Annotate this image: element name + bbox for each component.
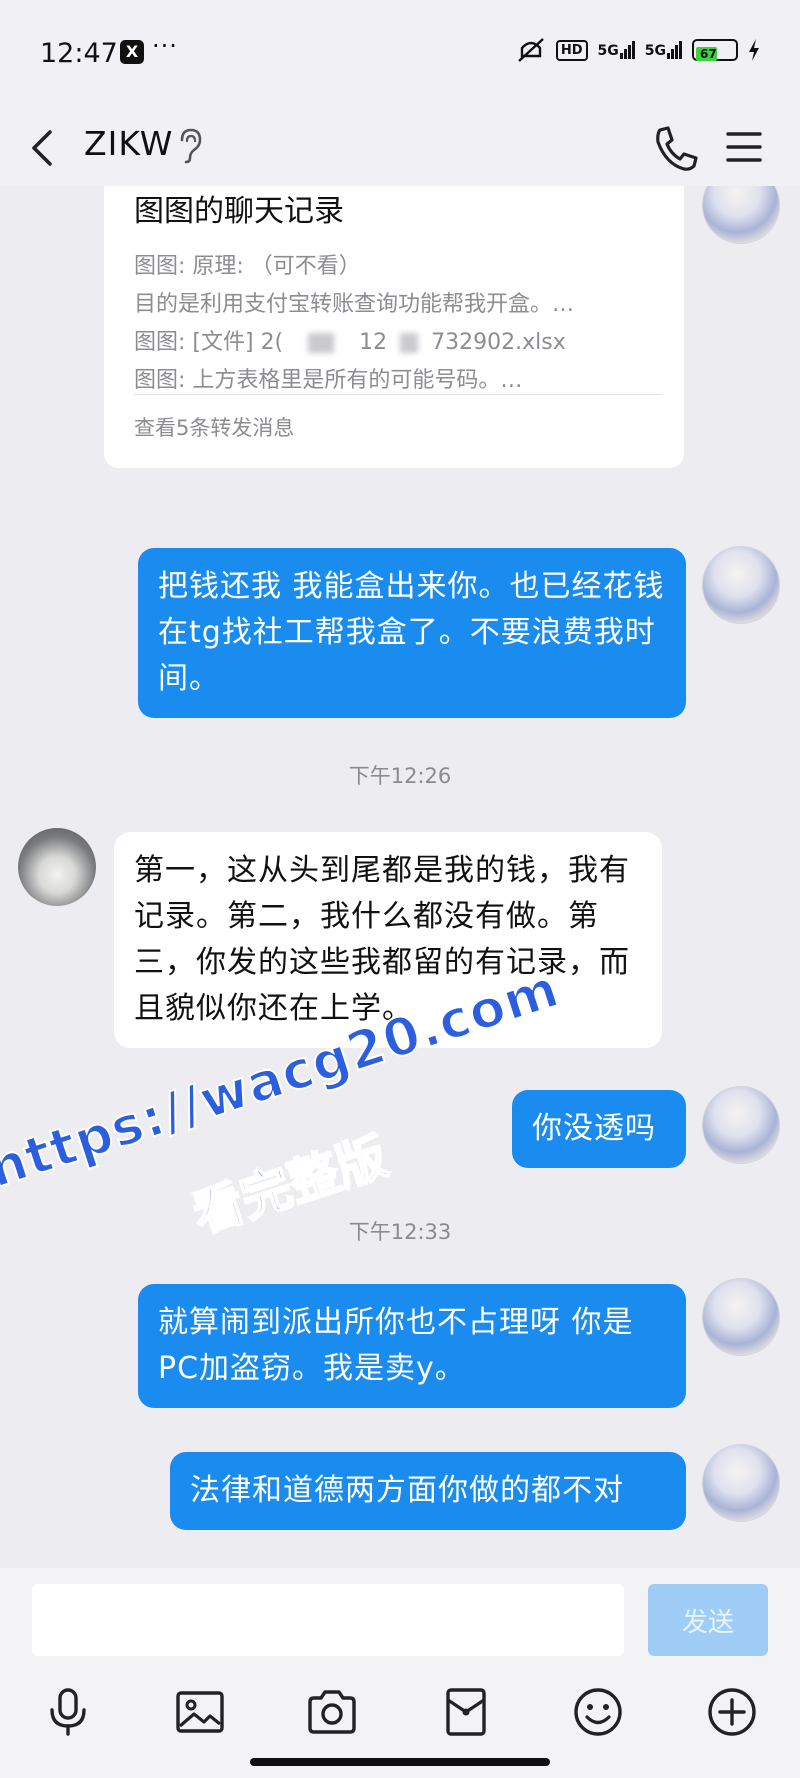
charging-icon	[749, 39, 759, 61]
contact-avatar[interactable]	[18, 828, 96, 906]
divider	[134, 394, 662, 395]
signal-icon-2: 5G	[645, 41, 682, 59]
back-icon[interactable]	[22, 118, 66, 178]
message-bubble-outgoing[interactable]: 就算闹到派出所你也不占理呀 你是PC加盗窃。我是卖y。	[138, 1284, 686, 1408]
forwarded-line-2: 目的是利用支付宝转账查询功能帮我开盒。…	[134, 292, 575, 317]
status-indicators: HD 5G 5G 67	[516, 36, 760, 64]
my-avatar[interactable]	[702, 1086, 780, 1164]
my-avatar[interactable]	[702, 186, 780, 244]
message-bubble-outgoing[interactable]: 把钱还我 我能盒出来你。也已经花钱在tg找社工帮我盒了。不要浪费我时间。	[138, 548, 686, 718]
mute-icon	[518, 38, 544, 62]
mic-icon[interactable]	[40, 1684, 96, 1740]
my-avatar[interactable]	[702, 546, 780, 624]
x-app-icon: X	[120, 40, 144, 64]
forwarded-line-3: 图图: [文件] 2( 12 732902.xlsx	[134, 330, 566, 355]
phone-icon[interactable]	[650, 120, 700, 176]
status-time: 12:47	[40, 38, 118, 69]
timestamp: 下午12:26	[348, 764, 452, 788]
battery-level: 67	[696, 47, 717, 61]
forwarded-line-4: 图图: 上方表格里是所有的可能号码。…	[134, 368, 523, 393]
chat-messages[interactable]: 图图的聊天记录 图图: 原理: （可不看） 目的是利用支付宝转账查询功能帮我开盒…	[0, 186, 800, 1568]
timestamp: 下午12:33	[348, 1220, 452, 1244]
battery-icon: 67	[692, 39, 738, 61]
ear-icon[interactable]	[176, 124, 204, 168]
plus-icon[interactable]	[704, 1684, 760, 1740]
my-avatar[interactable]	[702, 1278, 780, 1356]
chat-title: ZIKW	[84, 124, 174, 163]
red-packet-icon[interactable]	[438, 1684, 494, 1740]
forwarded-line-1: 图图: 原理: （可不看）	[134, 254, 361, 279]
chat-header: ZIKW	[0, 110, 800, 186]
emoji-icon[interactable]	[570, 1684, 626, 1740]
signal-icon-1: 5G	[598, 41, 635, 59]
send-button[interactable]: 发送	[648, 1584, 768, 1656]
camera-icon[interactable]	[304, 1684, 360, 1740]
image-icon[interactable]	[172, 1684, 228, 1740]
menu-icon[interactable]	[722, 122, 766, 172]
status-bar: 12:47 X ··· HD 5G 5G 67	[0, 0, 800, 110]
view-forwarded-link[interactable]: 查看5条转发消息	[134, 412, 294, 442]
my-avatar[interactable]	[702, 1444, 780, 1522]
message-bubble-outgoing[interactable]: 你没透吗	[512, 1090, 686, 1168]
hd-icon: HD	[555, 39, 588, 61]
message-input[interactable]	[32, 1584, 624, 1656]
input-bar: 发送	[0, 1568, 800, 1778]
home-indicator[interactable]	[250, 1758, 550, 1766]
forwarded-chat-card[interactable]: 图图的聊天记录 图图: 原理: （可不看） 目的是利用支付宝转账查询功能帮我开盒…	[104, 186, 684, 468]
more-notifications-icon: ···	[152, 32, 178, 60]
forwarded-card-title: 图图的聊天记录	[134, 194, 344, 229]
message-bubble-outgoing[interactable]: 法律和道德两方面你做的都不对	[170, 1452, 686, 1530]
